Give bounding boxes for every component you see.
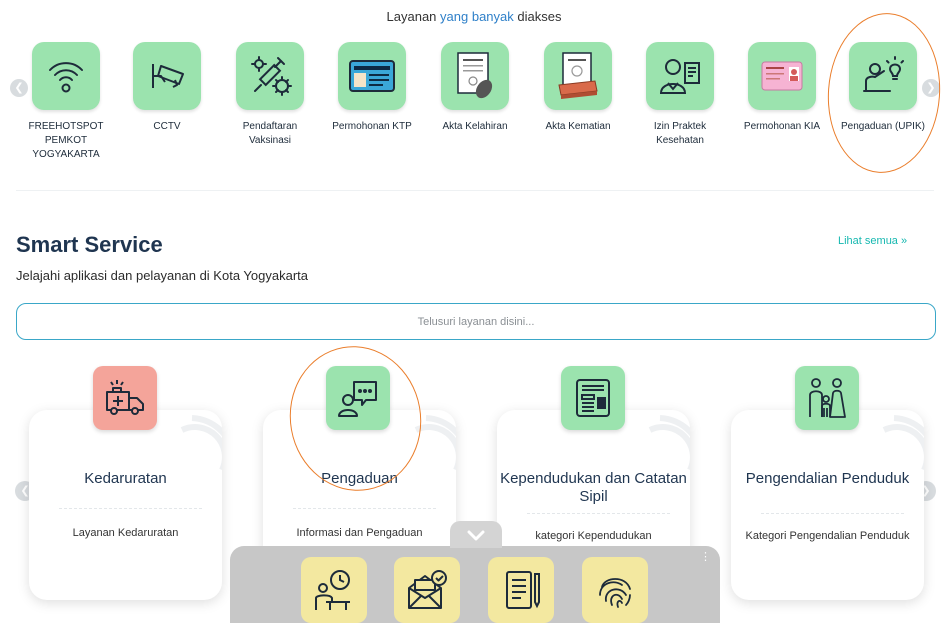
popular-item-label: Permohonan KTP [332, 121, 412, 132]
birth-certificate-icon [441, 42, 509, 110]
card-description: Layanan Kedaruratan [72, 527, 179, 539]
section-divider [16, 190, 934, 191]
card-divider [761, 513, 904, 514]
doctor-license-icon [646, 42, 714, 110]
card-description: Informasi dan Pengaduan [296, 527, 423, 539]
document-pen-icon [506, 571, 540, 609]
card-title: Kependudukan dan Catatan Sipil [500, 470, 687, 505]
card-title: Kedaruratan [84, 470, 167, 487]
popular-item-label: Izin Praktek Kesehatan [653, 121, 707, 146]
popular-item-label: Akta Kelahiran [442, 121, 508, 132]
approved-mail-icon [408, 570, 447, 609]
popular-item-label: FREEHOTSPOT PEMKOT YOGYAKARTA [28, 121, 104, 160]
ambulance-icon [93, 366, 157, 430]
smart-service-title: Smart Service [16, 232, 163, 257]
popular-item-akta-kematian[interactable]: Akta Kematian [530, 42, 626, 134]
popular-item-ktp[interactable]: Permohonan KTP [324, 42, 420, 134]
service-card-pengendalian[interactable]: Pengendalian Penduduk Kategori Pengendal… [731, 410, 924, 600]
highlight-circle-upik [822, 9, 946, 177]
chevron-down-icon [467, 530, 485, 540]
popular-item-freehotspot[interactable]: FREEHOTSPOT PEMKOT YOGYAKARTA [18, 42, 114, 162]
service-search-input[interactable] [17, 304, 935, 339]
family-icon [795, 366, 859, 430]
popular-item-izin-praktek[interactable]: Izin Praktek Kesehatan [632, 42, 728, 148]
id-document-icon [561, 366, 625, 430]
card-divider [527, 513, 670, 514]
popular-item-vaksinasi[interactable]: Pendaftaran Vaksinasi [222, 42, 318, 148]
card-divider [59, 508, 202, 509]
syringe-virus-icon [236, 42, 304, 110]
death-certificate-icon [544, 42, 612, 110]
toolbar-item-document-pen[interactable] [488, 557, 554, 623]
toolbar-item-work-time[interactable] [301, 557, 367, 623]
card-description: Kategori Pengendalian Penduduk [745, 530, 910, 542]
work-time-icon [315, 570, 350, 610]
popular-title-accent: yang banyak [440, 9, 514, 24]
popular-item-label: Akta Kematian [545, 121, 611, 132]
see-all-link[interactable]: Lihat semua » [838, 235, 907, 247]
popular-item-kia[interactable]: Permohonan KIA [734, 42, 830, 134]
popular-item-akta-kelahiran[interactable]: Akta Kelahiran [427, 42, 523, 134]
toolbar-item-approved-mail[interactable] [394, 557, 460, 623]
id-card-icon [338, 42, 406, 110]
toolbar-more-icon[interactable]: ⋮ [700, 552, 711, 563]
smart-service-subtitle: Jelajahi aplikasi dan pelayanan di Kota … [16, 268, 308, 283]
wifi-icon [32, 42, 100, 110]
toolbar-item-fingerprint[interactable] [582, 557, 648, 623]
service-search-box[interactable] [16, 303, 936, 340]
toolbar-collapse-toggle[interactable] [450, 521, 502, 548]
popular-item-label: Pendaftaran Vaksinasi [242, 121, 298, 146]
service-card-kedaruratan[interactable]: Kedaruratan Layanan Kedaruratan [29, 410, 222, 600]
popular-item-label: Permohonan KIA [743, 121, 821, 132]
popular-item-label: CCTV [153, 121, 181, 132]
page: Layanan yang banyak diakses ❮ ❯ FREEHOTS… [0, 0, 948, 623]
card-description: kategori Kependudukan [535, 530, 652, 542]
popular-item-cctv[interactable]: CCTV [119, 42, 215, 134]
child-id-card-icon [748, 42, 816, 110]
popular-services-title: Layanan yang banyak diakses [386, 9, 562, 24]
card-divider [293, 508, 436, 509]
fingerprint-icon [599, 578, 631, 608]
cctv-icon [133, 42, 201, 110]
card-title: Pengendalian Penduduk [745, 470, 910, 487]
